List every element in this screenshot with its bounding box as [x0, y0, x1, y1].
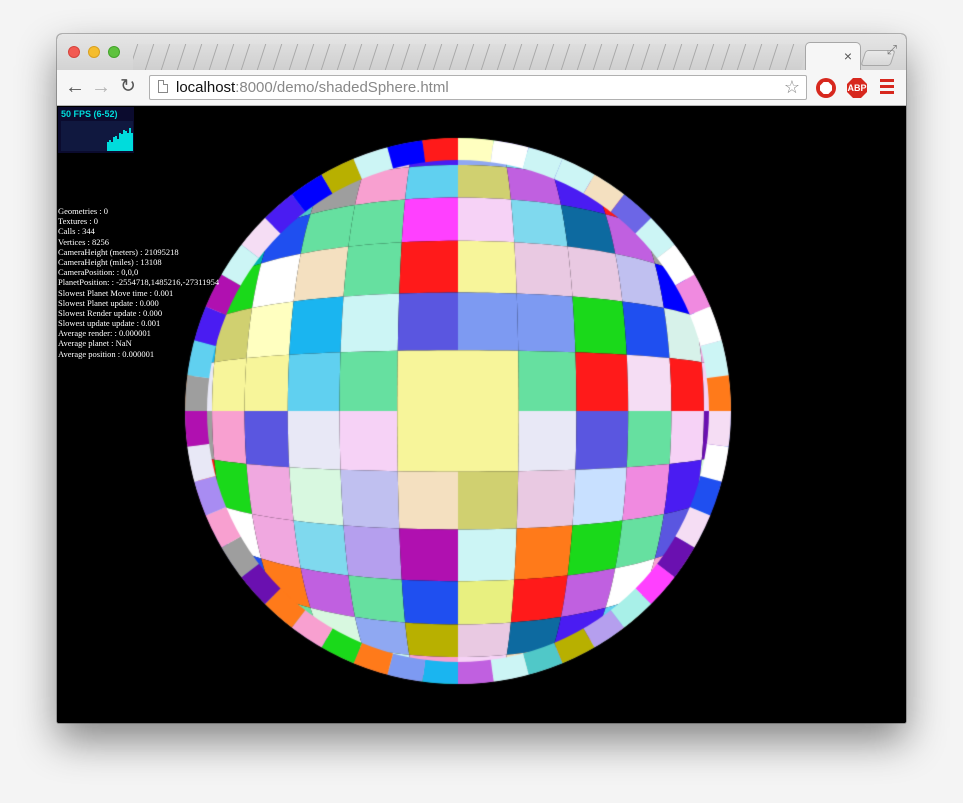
bookmark-star-icon[interactable]: ☆: [784, 77, 800, 98]
stats-line: Slowest Planet update : 0.000: [58, 297, 159, 308]
tab-close-icon[interactable]: ×: [844, 48, 852, 64]
webgl-viewport[interactable]: 50 FPS (6-52) Geometries : 0 Textures : 0…: [57, 106, 906, 723]
zoom-window-button[interactable]: [108, 46, 120, 58]
stats-line: Vertices : 8256: [58, 236, 109, 247]
stats-line: CameraHeight (miles) : 13108: [58, 256, 162, 267]
minimize-window-button[interactable]: [88, 46, 100, 58]
stats-line: CameraHeight (meters) : 21095218: [58, 246, 179, 257]
browser-window: × ⤢ ← → ↻ localhost:8000/demo/shadedSphe…: [57, 34, 906, 723]
active-tab[interactable]: ×: [805, 42, 861, 70]
stats-line: Slowest Render update : 0.000: [58, 307, 163, 318]
background-tabs: [133, 44, 821, 70]
fps-stats-panel[interactable]: 50 FPS (6-52): [58, 107, 134, 153]
chrome-menu-icon[interactable]: [880, 79, 894, 95]
url-host: localhost: [176, 79, 236, 96]
stats-line: Textures : 0: [58, 216, 99, 227]
stats-line: Average planet : NaN: [58, 338, 132, 349]
address-bar[interactable]: localhost:8000/demo/shadedSphere.html ☆: [149, 75, 807, 100]
stats-line: Average render: : 0.000001: [58, 328, 151, 339]
stats-line: PlanetPosition: : -2554718,1485216,-2731…: [58, 277, 220, 288]
fps-label: 50 FPS (6-52): [61, 109, 118, 119]
tab-strip: × ⤢: [57, 34, 906, 70]
page-icon: [158, 80, 168, 93]
stats-line: Average position : 0.000001: [58, 348, 155, 359]
shaded-sphere-canvas[interactable]: [57, 106, 906, 723]
fps-graph-bar: [131, 133, 133, 151]
reload-icon[interactable]: ↻: [117, 76, 139, 98]
stats-line: Calls : 344: [58, 226, 95, 237]
adblock-plus-icon[interactable]: ABP: [847, 78, 867, 98]
url-path: :8000/demo/shadedSphere.html: [235, 79, 449, 96]
url-text[interactable]: localhost:8000/demo/shadedSphere.html: [176, 79, 449, 96]
stats-line: Geometries : 0: [58, 206, 109, 216]
debug-stats-text: Geometries : 0 Textures : 0 Calls : 344 Ver…: [58, 206, 219, 359]
forward-arrow-icon[interactable]: →: [90, 76, 112, 98]
stats-line: CameraPosition: : 0,0,0: [58, 267, 139, 278]
stop-extension-icon[interactable]: [816, 78, 836, 98]
close-window-button[interactable]: [68, 46, 80, 58]
browser-toolbar: ← → ↻ localhost:8000/demo/shadedSphere.h…: [57, 70, 906, 106]
fps-graph: [61, 121, 133, 151]
stats-line: Slowest update update : 0.001: [58, 318, 161, 329]
back-arrow-icon[interactable]: ←: [64, 76, 86, 98]
fullscreen-icon[interactable]: ⤢: [887, 42, 897, 58]
stats-line: Slowest Planet Move time : 0.001: [58, 287, 174, 298]
